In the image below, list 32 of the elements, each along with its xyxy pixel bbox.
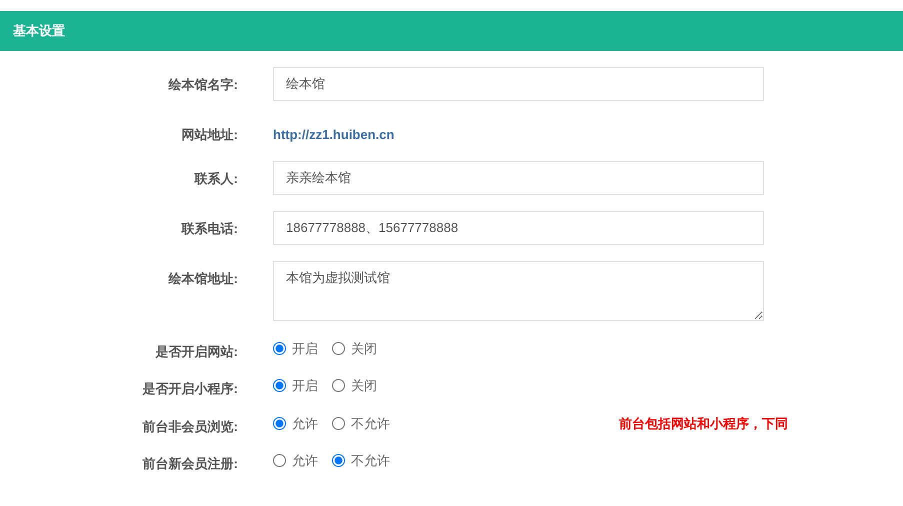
website-link[interactable]: http://zz1.huiben.cn [273,117,394,144]
radio-button[interactable] [332,342,345,355]
field-label: 绘本馆地址: [167,270,238,288]
field-label: 前台新会员注册: [142,455,238,473]
radio-button[interactable] [332,416,345,430]
text-field[interactable]: 亲亲绘本馆 [273,160,764,194]
text-field[interactable]: 绘本馆 [273,67,764,101]
address-field[interactable]: 本馆为虚拟测试馆 [273,260,764,320]
field-label: 网站地址: [180,126,238,144]
option-label[interactable]: 关闭 [351,376,377,396]
option-label[interactable]: 允许 [292,414,318,433]
option-label[interactable]: 允许 [292,451,318,470]
field-label: 绘本馆名字: [167,76,238,94]
option-label[interactable]: 不允许 [351,414,390,433]
note-text: 前台包括网站和小程序，下同 [619,414,789,432]
option-label[interactable]: 开启 [292,376,318,396]
field-label: 前台非会员浏览: [142,418,238,436]
radio-button[interactable] [273,416,286,430]
field-label: 联系电话: [180,220,238,238]
option-label[interactable]: 不允许 [351,451,390,470]
radio-button[interactable] [273,379,286,392]
text-field[interactable]: 18677778888、15677778888 [273,210,764,244]
option-label[interactable]: 开启 [292,338,318,358]
radio-button[interactable] [332,454,345,468]
panel-title: 基本设置 [13,22,65,40]
field-label: 联系人: [193,170,238,188]
radio-button[interactable] [332,379,345,392]
option-label[interactable]: 关闭 [351,338,377,358]
radio-button[interactable] [273,342,286,355]
radio-button[interactable] [273,454,286,468]
field-label: 是否开启网站: [154,342,238,360]
field-label: 是否开启小程序: [142,380,238,398]
